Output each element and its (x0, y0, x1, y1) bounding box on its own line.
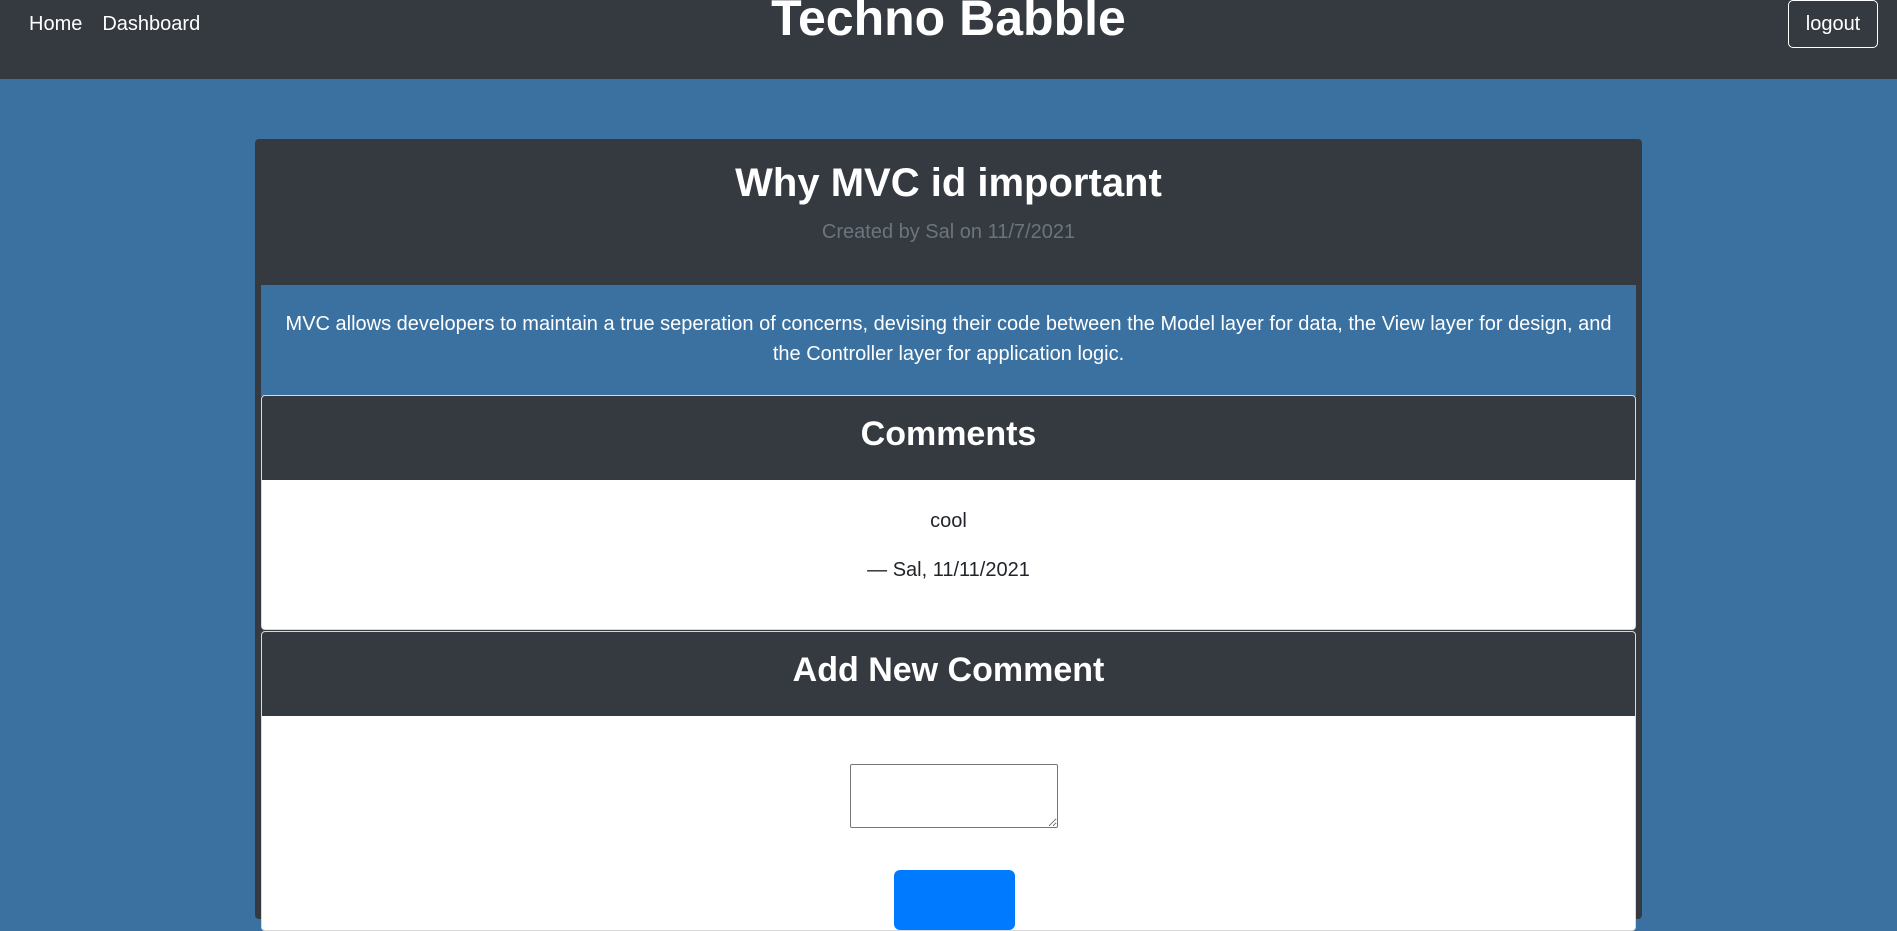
comment-input[interactable] (850, 764, 1058, 828)
post-title: Why MVC id important (735, 161, 1162, 205)
add-comment-heading: Add New Comment (262, 632, 1635, 716)
comments-heading: Comments (262, 396, 1635, 480)
navbar: Home Dashboard Techno Babble logout (0, 0, 1897, 79)
comment-footer: — Sal, 11/11/2021 (867, 559, 1030, 581)
add-comment-card: Add New Comment (261, 631, 1636, 931)
post-header: Why MVC id important Created by Sal on 1… (255, 139, 1642, 285)
comment-text: cool (930, 510, 967, 532)
post-card: Why MVC id important Created by Sal on 1… (255, 139, 1642, 931)
post-body: MVC allows developers to maintain a true… (261, 285, 1636, 396)
comment-item: cool — Sal, 11/11/2021 (262, 510, 1635, 582)
post-meta: Created by Sal on 11/7/2021 (821, 221, 1076, 243)
submit-comment-button[interactable] (894, 870, 1015, 930)
comments-card: Comments cool — Sal, 11/11/2021 (261, 395, 1636, 630)
site-title: Techno Babble (771, 0, 1126, 46)
logout-button[interactable]: logout (1788, 0, 1878, 48)
